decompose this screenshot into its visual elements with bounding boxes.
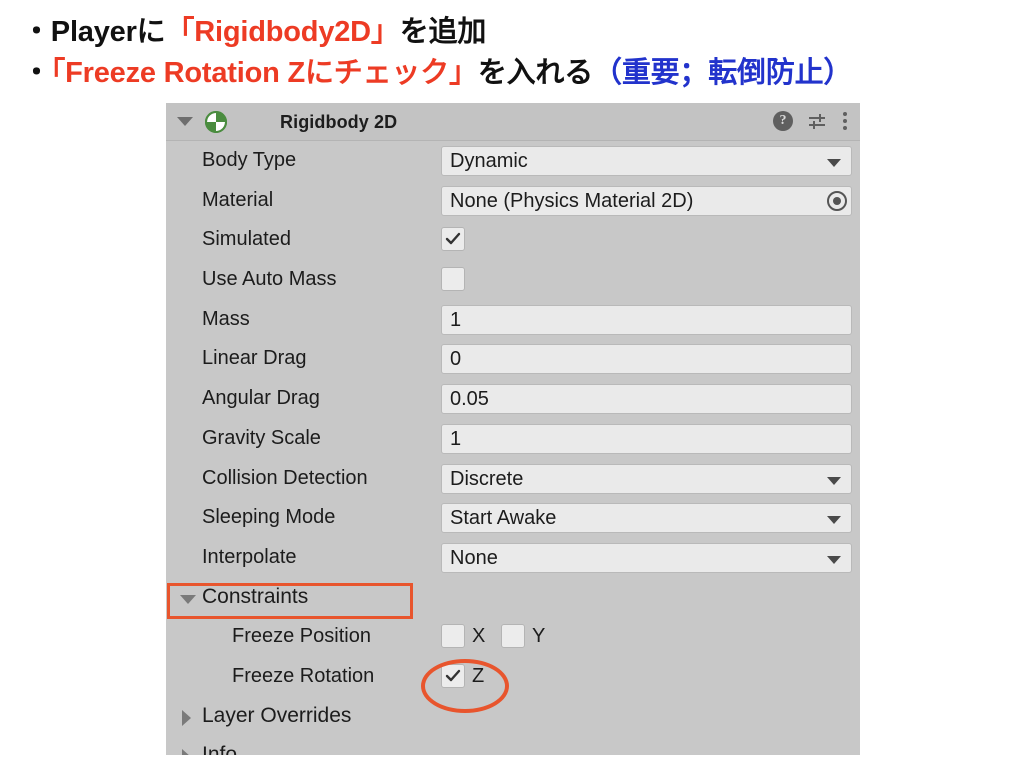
freeze-position-y-label: Y [532,625,546,648]
help-icon[interactable]: ? [773,111,793,131]
simulated-checkbox[interactable] [441,227,465,252]
slide-line-1-seg-3: を追加 [399,16,487,48]
kebab-dot [843,112,847,116]
info-foldout[interactable]: Info [166,736,860,755]
foldout-arrow-right-icon [182,749,191,755]
layer-overrides-foldout[interactable]: Layer Overrides [166,697,860,737]
property-row-sleeping-mode: Sleeping Mode Start Awake [166,498,860,538]
row-label: Gravity Scale [202,426,321,449]
slide-line-1: ・Playerに「Rigidbody2D」を追加 [22,12,1012,53]
field-value: None [450,546,498,569]
property-row-simulated: Simulated [166,220,860,260]
property-row-interpolate: Interpolate None [166,538,860,578]
field-value: 0 [450,348,462,371]
chevron-down-icon [827,476,841,485]
freeze-position-x-label: X [472,625,486,648]
slide-line-2-seg-2: を入れる [477,57,594,90]
row-label: Mass [202,307,250,330]
freeze-rotation-z-label: Z [472,664,485,687]
collision-detection-dropdown[interactable]: Discrete [441,463,852,494]
property-row-body-type: Body Type Dynamic [166,141,860,181]
kebab-dot [843,119,847,123]
chevron-down-icon [827,516,841,525]
property-row-use-auto-mass: Use Auto Mass [166,260,860,300]
slide-line-2-seg-3: （重要；転倒防止） [593,57,853,90]
property-row-gravity-scale: Gravity Scale 1 [166,419,860,459]
kebab-menu-icon[interactable] [842,111,848,131]
component-foldout-arrow-icon[interactable] [177,117,193,126]
row-label: Simulated [202,228,291,251]
property-row-freeze-position: Freeze Position X Y [166,617,860,657]
row-label: Angular Drag [202,387,320,410]
interpolate-dropdown[interactable]: None [441,542,852,573]
row-label: Interpolate [202,545,297,568]
mass-input[interactable]: 1 [441,304,852,335]
kebab-dot [843,126,847,130]
use-auto-mass-checkbox[interactable] [441,267,465,292]
rigidbody2d-icon [205,111,227,133]
field-value: 0.05 [450,388,489,411]
property-row-collision-detection: Collision Detection Discrete [166,459,860,499]
row-label: Collision Detection [202,466,368,489]
preset-icon[interactable] [807,111,828,131]
slide-line-2-seg-1: 「Freeze Rotation Zにチェック」 [50,57,478,90]
property-row-mass: Mass 1 [166,300,860,340]
foldout-arrow-right-icon [182,709,191,726]
property-row-freeze-rotation: Freeze Rotation Z [166,657,860,697]
component-header[interactable]: Rigidbody 2D ? [166,103,860,141]
angular-drag-input[interactable]: 0.05 [441,384,852,415]
slide-heading: ・Playerに「Rigidbody2D」を追加 ・「Freeze Rotati… [22,12,1012,94]
foldout-arrow-down-icon [180,594,196,604]
freeze-rotation-z-checkbox[interactable] [441,663,465,688]
rigidbody2d-inspector-panel: Rigidbody 2D ? Body Type Dynamic Materia… [166,103,860,755]
row-label: Freeze Rotation [232,664,375,687]
linear-drag-input[interactable]: 0 [441,344,852,375]
info-label: Info [202,743,238,755]
slide-line-2: ・「Freeze Rotation Zにチェック」を入れる（重要；転倒防止） [22,53,1012,94]
row-label: Use Auto Mass [202,268,337,291]
field-value: 1 [450,308,462,331]
property-row-angular-drag: Angular Drag 0.05 [166,379,860,419]
constraints-label: Constraints [202,584,309,608]
body-type-dropdown[interactable]: Dynamic [441,146,852,176]
property-row-linear-drag: Linear Drag 0 [166,339,860,379]
material-object-field[interactable]: None (Physics Material 2D) [441,185,852,216]
sleeping-mode-dropdown[interactable]: Start Awake [441,503,852,534]
row-label: Material [202,188,274,211]
slide-line-2-seg-0: ・ [22,57,51,90]
row-label: Body Type [202,149,297,171]
property-rows: Body Type Dynamic Material None (Physics… [166,141,860,755]
object-picker-icon[interactable] [827,190,847,211]
header-icon-group: ? [773,111,848,131]
gravity-scale-input[interactable]: 1 [441,423,852,454]
slide-line-1-seg-2: 「Rigidbody2D」 [165,16,400,48]
chevron-down-icon [827,159,841,167]
layer-overrides-label: Layer Overrides [202,703,352,727]
field-value: Start Awake [450,507,557,530]
chevron-down-icon [827,555,841,564]
row-label: Freeze Position [232,625,371,648]
row-label: Linear Drag [202,347,307,370]
field-value: 1 [450,427,462,450]
field-value: Discrete [450,467,524,490]
component-title: Rigidbody 2D [280,112,398,132]
slide-line-1-seg-1: に [136,16,166,48]
slide-line-1-seg-0: ・Player [22,16,137,48]
field-value: Dynamic [450,150,528,172]
row-label: Sleeping Mode [202,506,336,529]
field-value: None (Physics Material 2D) [450,189,694,212]
constraints-foldout[interactable]: Constraints [166,578,860,618]
freeze-position-x-checkbox[interactable] [441,624,465,649]
freeze-position-y-checkbox[interactable] [501,624,525,649]
property-row-material: Material None (Physics Material 2D) [166,181,860,221]
